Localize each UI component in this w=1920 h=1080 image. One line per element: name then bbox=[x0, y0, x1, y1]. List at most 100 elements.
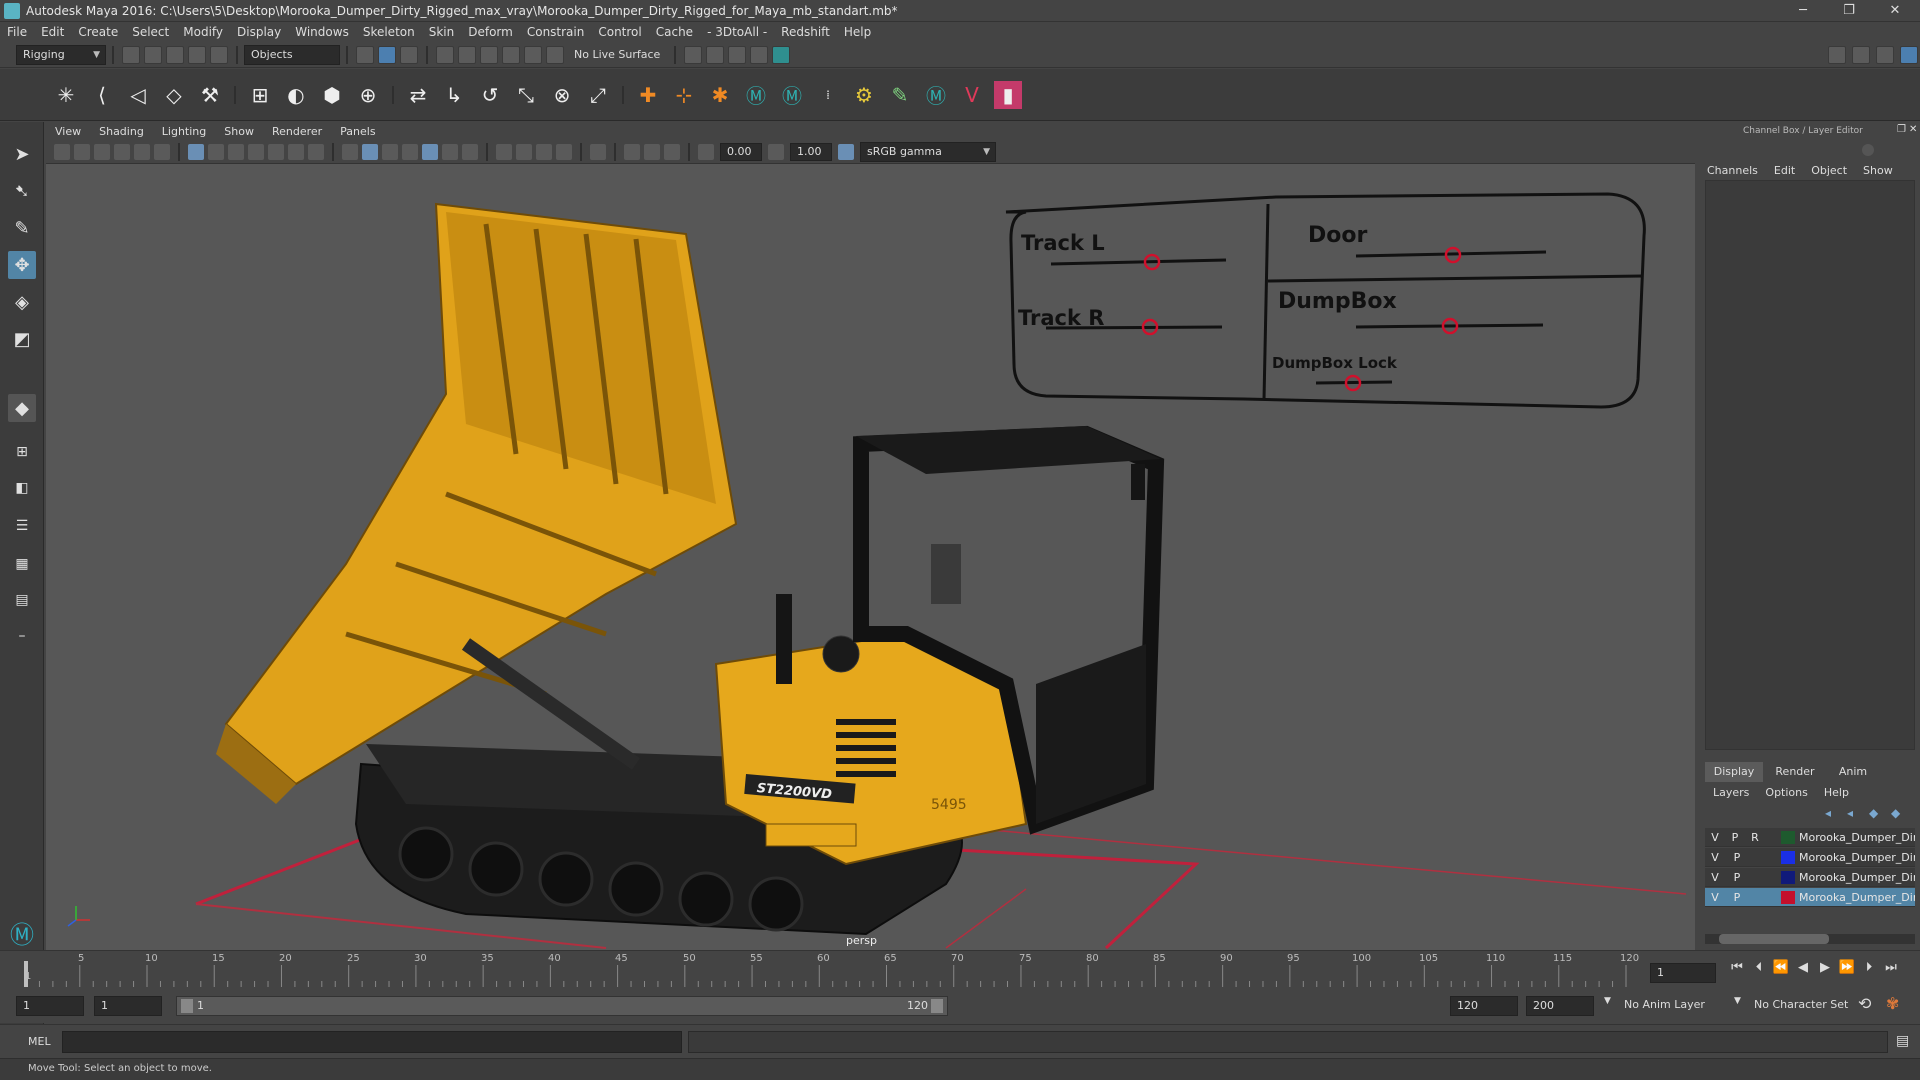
wire-icon[interactable]: ⊕ bbox=[354, 81, 382, 109]
float-panel-icon[interactable]: ❐ bbox=[1897, 124, 1906, 135]
layer-playback[interactable]: P bbox=[1729, 888, 1745, 906]
menuset-dropdown[interactable]: Rigging ▼ bbox=[16, 44, 106, 65]
layer-row[interactable]: V P Morooka_Dumper_Dir bbox=[1705, 888, 1915, 907]
move-tool-icon[interactable]: ✥ bbox=[8, 251, 36, 279]
menu-cache[interactable]: Cache bbox=[649, 25, 700, 39]
ipr-render-icon[interactable] bbox=[728, 45, 747, 64]
open-scene-icon[interactable] bbox=[144, 45, 162, 64]
hypershade-persp-icon[interactable]: ▦ bbox=[8, 550, 36, 578]
panel-menu-panels[interactable]: Panels bbox=[331, 125, 384, 138]
lattice-icon[interactable]: ◐ bbox=[282, 81, 310, 109]
xray-joints-icon[interactable] bbox=[624, 143, 640, 160]
script-editor-icon[interactable]: ▤ bbox=[1896, 1033, 1909, 1049]
layer-playback[interactable]: P bbox=[1727, 828, 1743, 846]
custom-layout-icon[interactable]: ▤ bbox=[8, 586, 36, 614]
resolution-gate-icon[interactable] bbox=[228, 143, 244, 160]
select-hierarchy-icon[interactable] bbox=[356, 45, 374, 64]
depth-of-field-icon[interactable] bbox=[556, 143, 572, 160]
menu-3dtoall[interactable]: - 3DtoAll - bbox=[700, 25, 774, 39]
tab-anim[interactable]: Anim bbox=[1825, 762, 1881, 782]
four-view-icon[interactable]: ⊞ bbox=[8, 438, 36, 466]
gamma-icon[interactable] bbox=[768, 143, 784, 160]
mash-icon[interactable]: Ⓜ bbox=[922, 81, 950, 109]
panel-menu-shading[interactable]: Shading bbox=[90, 125, 153, 138]
camera-select-icon[interactable] bbox=[54, 143, 70, 160]
cb-menu-show[interactable]: Show bbox=[1855, 164, 1901, 177]
layer-color-swatch[interactable] bbox=[1781, 851, 1795, 864]
menu-skin[interactable]: Skin bbox=[422, 25, 462, 39]
layer-scrollbar[interactable] bbox=[1705, 934, 1915, 944]
use-lights-icon[interactable] bbox=[442, 143, 458, 160]
panel-menu-renderer[interactable]: Renderer bbox=[263, 125, 331, 138]
redo-icon[interactable] bbox=[210, 45, 228, 64]
range-end-field[interactable]: 200 bbox=[1526, 996, 1594, 1016]
tool-settings-toggle-icon[interactable] bbox=[1862, 144, 1874, 156]
safe-title-icon[interactable] bbox=[308, 143, 324, 160]
channel-control-icon[interactable]: ⁞ bbox=[814, 81, 842, 109]
time-ruler[interactable]: 1 5 10 15 20 25 30 35 40 45 50 55 60 65 … bbox=[22, 951, 1647, 991]
chevron-down-icon[interactable]: ▼ bbox=[1604, 996, 1611, 1006]
live-surface-label[interactable]: No Live Surface bbox=[574, 48, 660, 61]
rotate-tool-icon[interactable]: ◈ bbox=[8, 288, 36, 316]
layer-row[interactable]: V P Morooka_Dumper_Dir bbox=[1705, 848, 1915, 867]
hypershade-icon[interactable] bbox=[772, 45, 791, 64]
menu-edit[interactable]: Edit bbox=[34, 25, 71, 39]
step-back-key-icon[interactable]: ⏪ bbox=[1772, 959, 1790, 977]
attribute-editor-icon[interactable] bbox=[1852, 45, 1870, 64]
panel-menu-show[interactable]: Show bbox=[215, 125, 263, 138]
modeling-toolkit-icon[interactable] bbox=[1828, 45, 1846, 64]
current-frame-field[interactable]: 1 bbox=[1650, 963, 1716, 983]
panel-menu-view[interactable]: View bbox=[46, 125, 90, 138]
go-to-end-icon[interactable]: ⏭ bbox=[1882, 959, 1900, 977]
menu-skeleton[interactable]: Skeleton bbox=[356, 25, 422, 39]
film-gate-icon[interactable] bbox=[208, 143, 224, 160]
layer-visibility[interactable]: V bbox=[1707, 828, 1723, 846]
render-settings-icon[interactable] bbox=[684, 45, 703, 64]
bind-skin-icon[interactable]: ◇ bbox=[160, 81, 188, 109]
scale-tool-icon[interactable]: ◩ bbox=[8, 325, 36, 353]
layer-color-swatch[interactable] bbox=[1781, 831, 1795, 844]
blend-shape-icon[interactable]: Ⓜ bbox=[742, 81, 770, 109]
safe-action-icon[interactable] bbox=[288, 143, 304, 160]
menu-display[interactable]: Display bbox=[230, 25, 288, 39]
locator-icon[interactable]: ✚ bbox=[634, 81, 662, 109]
layer-scrollbar-thumb[interactable] bbox=[1719, 934, 1829, 944]
cb-menu-channels[interactable]: Channels bbox=[1699, 164, 1766, 177]
play-forward-icon[interactable]: ▶ bbox=[1816, 959, 1834, 977]
isolate-select-icon[interactable] bbox=[590, 143, 606, 160]
set-key-icon[interactable]: ✎ bbox=[886, 81, 914, 109]
layer-visibility[interactable]: V bbox=[1707, 848, 1723, 866]
layer-visibility[interactable]: V bbox=[1707, 868, 1723, 886]
wrap-icon[interactable]: ⬢ bbox=[318, 81, 346, 109]
view-transform-dropdown[interactable]: sRGB gamma ▼ bbox=[860, 141, 996, 162]
snap-point-icon[interactable] bbox=[480, 45, 498, 64]
ik-handle-icon[interactable]: ⟨ bbox=[88, 81, 116, 109]
save-scene-icon[interactable] bbox=[166, 45, 184, 64]
color-management-icon[interactable] bbox=[838, 143, 854, 160]
layer-reference[interactable]: R bbox=[1747, 828, 1763, 846]
textured-icon[interactable] bbox=[422, 143, 438, 160]
maximize-button[interactable]: ❐ bbox=[1826, 0, 1872, 22]
snap-view-icon[interactable] bbox=[502, 45, 520, 64]
playback-start-field[interactable]: 1 bbox=[94, 996, 162, 1016]
new-scene-icon[interactable] bbox=[122, 45, 140, 64]
scale-constraint-icon[interactable]: ⤡ bbox=[512, 81, 540, 109]
driven-key-icon[interactable]: ⚙ bbox=[850, 81, 878, 109]
menu-create[interactable]: Create bbox=[71, 25, 125, 39]
lasso-tool-icon[interactable]: ➷ bbox=[8, 177, 36, 205]
shadows-icon[interactable] bbox=[462, 143, 478, 160]
move-layer-down-icon[interactable]: ◂ bbox=[1847, 806, 1853, 820]
layer-menu-help[interactable]: Help bbox=[1816, 786, 1857, 799]
close-button[interactable]: ✕ bbox=[1872, 0, 1918, 22]
play-backward-icon[interactable]: ◀ bbox=[1794, 959, 1812, 977]
bookmark-icon[interactable] bbox=[94, 143, 110, 160]
menu-deform[interactable]: Deform bbox=[461, 25, 520, 39]
cb-menu-object[interactable]: Object bbox=[1803, 164, 1855, 177]
selection-mode-dropdown[interactable]: Objects bbox=[244, 44, 340, 65]
minimize-button[interactable]: ─ bbox=[1780, 0, 1826, 22]
step-forward-key-icon[interactable]: ⏩ bbox=[1838, 959, 1856, 977]
step-forward-frame-icon[interactable]: ⏵ bbox=[1860, 959, 1878, 977]
new-empty-layer-icon[interactable]: ◆ bbox=[1869, 806, 1878, 820]
locator-joint-icon[interactable]: ⊹ bbox=[670, 81, 698, 109]
layer-playback[interactable]: P bbox=[1729, 868, 1745, 886]
